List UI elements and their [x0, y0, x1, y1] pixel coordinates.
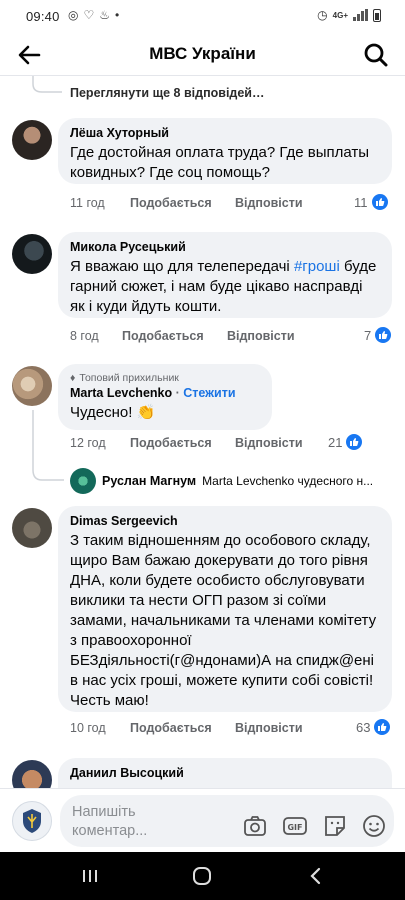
dot-icon: • [115, 8, 120, 22]
reaction-count[interactable]: 21 [328, 434, 363, 450]
hashtag-link[interactable]: #гроші [294, 258, 340, 275]
comment-author[interactable]: Marta Levchenko [70, 386, 172, 400]
reply-button[interactable]: Відповісти [235, 721, 303, 735]
comment-meta: 10 год Подобається Відповісти [70, 721, 303, 735]
comment-input-placeholder[interactable]: Напишіть коментар... [72, 803, 172, 841]
reply-button[interactable]: Відповісти [235, 436, 303, 450]
comment-bubble[interactable]: Лёша Хуторный Где достойная оплата труда… [58, 118, 392, 184]
police-emblem-icon [23, 809, 41, 833]
reaction-count[interactable]: 63 [356, 719, 391, 735]
view-more-replies-link[interactable]: Переглянути ще 8 відповідей… [70, 86, 265, 100]
svg-text:GIF: GIF [287, 823, 302, 832]
comment-text: Я вважаю що для телепередачі #гроші буде… [70, 257, 380, 317]
comment-author[interactable]: Микола Русецький [70, 240, 380, 254]
comment-meta: 8 год Подобається Відповісти [70, 329, 295, 343]
comment-time[interactable]: 8 год [70, 329, 122, 343]
like-button[interactable]: Подобається [122, 329, 227, 343]
thread-connector [32, 410, 64, 481]
comment-time[interactable]: 12 год [70, 436, 130, 450]
reaction-number: 7 [364, 327, 372, 343]
app-notification-icon: ♡ [83, 8, 95, 22]
comment-time[interactable]: 10 год [70, 721, 130, 735]
recent-apps-icon[interactable] [78, 866, 102, 886]
comment-author[interactable]: Лёша Хуторный [70, 126, 380, 140]
comment-author[interactable]: Даниил Высоцкий [70, 766, 380, 780]
avatar[interactable] [12, 234, 52, 274]
signal-icon [353, 9, 368, 21]
like-button[interactable]: Подобається [130, 436, 235, 450]
follow-button[interactable]: Стежити [183, 386, 235, 400]
like-button[interactable]: Подобається [130, 196, 235, 210]
page-avatar [12, 801, 52, 841]
bell-icon: ♨ [99, 8, 111, 22]
top-fan-badge: ♦ Топовий прихильник [70, 372, 260, 384]
battery-icon [373, 8, 381, 22]
badge-icon: ♦ [70, 372, 76, 384]
reply-button[interactable]: Відповісти [227, 329, 295, 343]
search-icon[interactable] [361, 40, 391, 70]
alarm-icon: ◷ [317, 8, 328, 22]
top-fan-label: Топовий прихильник [79, 372, 179, 384]
comment-bubble[interactable]: Dimas Sergeevich З таким відношенням до … [58, 506, 392, 712]
comment-meta: 11 год Подобається Відповісти [70, 196, 303, 210]
gif-icon[interactable]: GIF [282, 813, 308, 839]
comment-time[interactable]: 11 год [70, 196, 130, 210]
whatsapp-icon: ◎ [68, 8, 79, 22]
reaction-number: 11 [354, 194, 368, 210]
reaction-number: 63 [356, 719, 371, 735]
camera-icon[interactable] [242, 813, 268, 839]
status-bar: 09:40 ◎ ♡ ♨ • ◷ 4G+ [0, 0, 405, 34]
reply-button[interactable]: Відповісти [235, 196, 303, 210]
reply-preview[interactable]: Руслан Магнум Marta Levchenko чудесного … [68, 466, 393, 496]
comment-bubble[interactable]: Микола Русецький Я вважаю що для телепер… [58, 232, 392, 318]
reaction-count[interactable]: 11 [354, 194, 388, 210]
home-icon[interactable] [190, 866, 214, 886]
avatar[interactable] [12, 760, 52, 788]
comments-feed[interactable]: Переглянути ще 8 відповідей… Лёша Хуторн… [0, 76, 405, 788]
comment-text-part: Я вважаю що для телепередачі [70, 258, 294, 275]
page-title: МВС України [149, 44, 256, 63]
comment-composer: Напишіть коментар... GIF [0, 788, 405, 852]
app-header: МВС України [0, 34, 405, 76]
comment-meta: 12 год Подобається Відповісти [70, 436, 303, 450]
reaction-count[interactable]: 7 [364, 327, 392, 343]
emoji-icon[interactable] [361, 813, 387, 839]
system-navigation-bar [0, 852, 405, 900]
reply-author[interactable]: Руслан Магнум [102, 474, 196, 488]
comment-text: З таким відношенням до особового складу,… [70, 532, 377, 709]
thread-connector [32, 76, 62, 93]
avatar[interactable] [12, 366, 52, 406]
avatar[interactable] [12, 120, 52, 160]
like-reaction-icon [375, 327, 392, 343]
comment-author-row: Marta Levchenko · Стежити [70, 386, 236, 400]
comment-bubble[interactable]: ♦ Топовий прихильник Marta Levchenko · С… [58, 364, 272, 430]
comment-bubble[interactable]: Даниил Высоцкий [58, 758, 392, 788]
reaction-number: 21 [328, 434, 343, 450]
system-back-icon[interactable] [304, 866, 328, 886]
comment-author[interactable]: Dimas Sergeevich [70, 514, 380, 528]
like-reaction-icon [371, 194, 388, 210]
comment-text: Чудесно! 👏 [70, 404, 156, 421]
notification-icons: ◎ ♡ ♨ • [68, 8, 119, 22]
sticker-icon[interactable] [322, 813, 348, 839]
like-reaction-icon [346, 434, 363, 450]
system-icons: ◷ 4G+ [317, 8, 381, 22]
reply-text: Marta Levchenko чудесного н... [202, 474, 374, 488]
status-time: 09:40 [26, 9, 60, 24]
avatar[interactable] [12, 508, 52, 548]
like-button[interactable]: Подобається [130, 721, 235, 735]
network-type-label: 4G+ [332, 10, 348, 20]
like-reaction-icon [374, 719, 391, 735]
comment-text: Где достойная оплата труда? Где выплаты … [70, 144, 370, 181]
